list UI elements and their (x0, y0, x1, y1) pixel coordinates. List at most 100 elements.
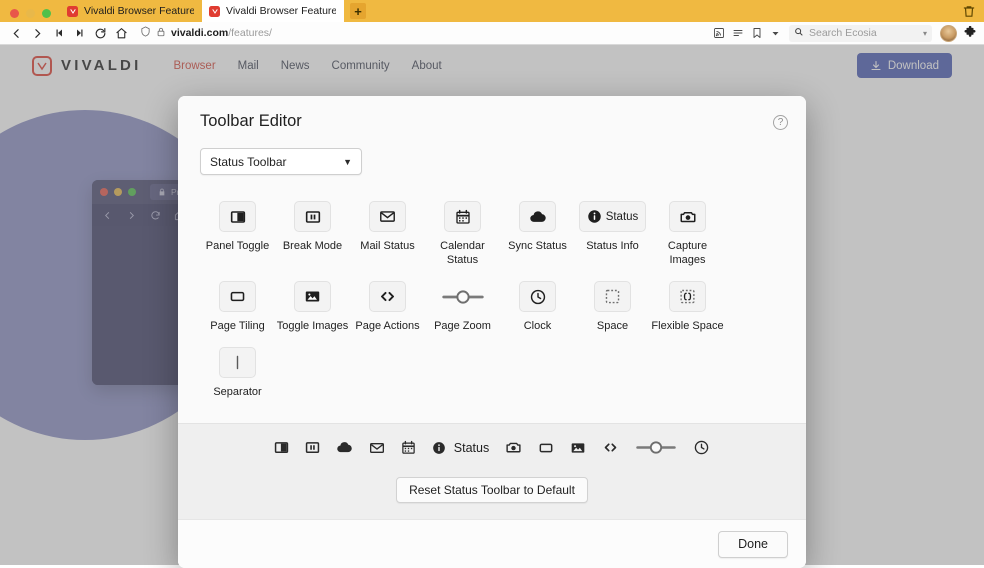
minimize-window-button[interactable] (26, 9, 35, 18)
sync-status-icon (519, 201, 556, 232)
address-bar: vivaldi.com/features/ Search Ecosia ▾ (0, 22, 984, 45)
tab-title: Vivaldi Browser Features | (226, 5, 336, 17)
sync-status-icon[interactable] (336, 439, 353, 456)
chevron-down-icon[interactable] (766, 24, 785, 43)
search-placeholder: Search Ecosia (809, 27, 877, 39)
toolbar-items-grid: Panel Toggle Break Mode Mail Status Cale… (178, 189, 806, 423)
toolbar-item-label: Sync Status (508, 239, 567, 253)
tab-item[interactable]: Vivaldi Browser Features | (60, 0, 202, 22)
tab-title: Vivaldi Browser Features | (84, 5, 194, 17)
toolbar-item-label: Status Info (586, 239, 639, 253)
close-window-button[interactable] (10, 9, 19, 18)
search-input[interactable]: Search Ecosia ▾ (789, 25, 932, 42)
trash-icon[interactable] (962, 4, 976, 19)
toolbar-item-page-zoom[interactable]: Page Zoom (425, 275, 500, 341)
maximize-window-button[interactable] (42, 9, 51, 18)
toolbar-select-value: Status Toolbar (210, 155, 287, 169)
calendar-status-icon (444, 201, 481, 232)
clock-icon (519, 281, 556, 312)
break-mode-icon (294, 201, 331, 232)
clock-icon[interactable] (693, 439, 710, 456)
reset-toolbar-button[interactable]: Reset Status Toolbar to Default (396, 477, 588, 503)
toolbar-item-label: Break Mode (283, 239, 342, 253)
fast-forward-icon[interactable] (69, 23, 90, 44)
calendar-status-icon[interactable] (401, 440, 416, 455)
url-domain: vivaldi.com (171, 27, 228, 39)
toolbar-item-separator[interactable]: Separator (200, 341, 275, 407)
toolbar-item-space[interactable]: Space (575, 275, 650, 341)
capture-images-icon (669, 201, 706, 232)
page-actions-icon[interactable] (602, 439, 619, 456)
toolbar-item-label: Toggle Images (277, 319, 349, 333)
dialog-footer: Done (178, 519, 806, 568)
toolbar-item-label: Flexible Space (651, 319, 723, 333)
mail-status-icon[interactable] (369, 440, 385, 456)
tab-bar: Vivaldi Browser Features | Vivaldi Brows… (0, 0, 984, 22)
page-zoom-slider-icon[interactable] (635, 437, 677, 458)
separator-icon (219, 347, 256, 378)
toolbar-editor-dialog: Toolbar Editor ? Status Toolbar ▼ Panel … (178, 96, 806, 568)
new-tab-button[interactable]: + (350, 3, 366, 19)
break-mode-icon[interactable] (305, 440, 320, 455)
toolbar-item-capture-images[interactable]: Capture Images (650, 195, 725, 275)
toolbar-item-label: Panel Toggle (206, 239, 269, 253)
rewind-icon[interactable] (48, 23, 69, 44)
home-icon[interactable] (111, 23, 132, 44)
tab-item-active[interactable]: Vivaldi Browser Features | (202, 0, 344, 22)
toolbar-item-toggle-images[interactable]: Toggle Images (275, 275, 350, 341)
toggle-images-icon (294, 281, 331, 312)
url-field[interactable]: vivaldi.com/features/ (134, 25, 709, 42)
done-button[interactable]: Done (718, 531, 788, 558)
vivaldi-favicon (209, 6, 220, 17)
toolbar-item-status-info[interactable]: Status Status Info (575, 195, 650, 275)
status-info-inline-label: Status (606, 211, 639, 223)
toolbar-item-mail-status[interactable]: Mail Status (350, 195, 425, 275)
toolbar-item-label: Mail Status (360, 239, 414, 253)
help-icon[interactable]: ? (773, 115, 788, 130)
back-arrow-icon[interactable] (6, 23, 27, 44)
capture-images-icon[interactable] (505, 439, 522, 456)
page-actions-icon (369, 281, 406, 312)
toolbar-item-calendar-status[interactable]: Calendar Status (425, 195, 500, 275)
reader-mode-icon[interactable] (728, 24, 747, 43)
page-title: Toolbar Editor (200, 112, 784, 131)
panel-toggle-icon[interactable] (274, 440, 289, 455)
status-info-icon: Status (579, 201, 647, 232)
toolbar-select[interactable]: Status Toolbar ▼ (200, 148, 362, 175)
toolbar-item-panel-toggle[interactable]: Panel Toggle (200, 195, 275, 275)
avatar[interactable] (940, 25, 957, 42)
chevron-down-icon: ▼ (343, 157, 352, 167)
reload-icon[interactable] (90, 23, 111, 44)
toggle-images-icon[interactable] (570, 440, 586, 456)
mail-status-icon (369, 201, 406, 232)
toolbar-item-break-mode[interactable]: Break Mode (275, 195, 350, 275)
toolbar-item-label: Page Actions (355, 319, 419, 333)
toolbar-item-sync-status[interactable]: Sync Status (500, 195, 575, 275)
search-engine-chevron-icon[interactable]: ▾ (923, 29, 927, 38)
search-icon (794, 27, 804, 40)
rss-icon[interactable] (709, 24, 728, 43)
toolbar-item-clock[interactable]: Clock (500, 275, 575, 341)
space-icon (594, 281, 631, 312)
toolbar-item-page-actions[interactable]: Page Actions (350, 275, 425, 341)
page-tiling-icon[interactable] (538, 440, 554, 456)
toolbar-item-page-tiling[interactable]: Page Tiling (200, 275, 275, 341)
vivaldi-favicon (67, 6, 78, 17)
toolbar-item-label: Separator (213, 385, 261, 399)
page-zoom-slider-icon (434, 281, 492, 312)
page-tiling-icon (219, 281, 256, 312)
shield-icon[interactable] (140, 26, 151, 40)
toolbar-item-label: Capture Images (651, 239, 725, 267)
toolbar-item-label: Space (597, 319, 628, 333)
toolbar-item-label: Page Tiling (210, 319, 264, 333)
status-info-icon[interactable] (432, 441, 446, 455)
bookmark-icon[interactable] (747, 24, 766, 43)
dialog-header: Toolbar Editor ? Status Toolbar ▼ (178, 96, 806, 189)
puzzle-piece-icon[interactable] (961, 25, 978, 42)
address-bar-actions: Search Ecosia ▾ (709, 24, 978, 43)
flexible-space-icon (669, 281, 706, 312)
toolbar-preview-strip[interactable]: Status (178, 423, 806, 471)
browser-chrome: Vivaldi Browser Features | Vivaldi Brows… (0, 0, 984, 45)
toolbar-item-flexible-space[interactable]: Flexible Space (650, 275, 725, 341)
forward-arrow-icon[interactable] (27, 23, 48, 44)
